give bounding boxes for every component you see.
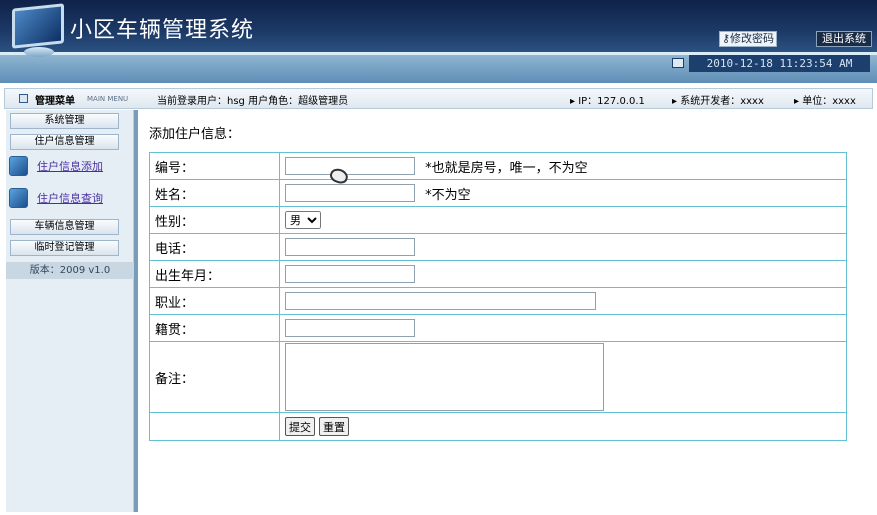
form-row-name: 姓名： *不为空 <box>149 179 847 207</box>
version-label: 版本：2009 v1.0 <box>6 262 134 279</box>
form-title: 添加住户信息： <box>149 127 241 142</box>
monitor-logo-icon <box>12 3 64 49</box>
birth-cell <box>279 260 847 288</box>
birth-input[interactable] <box>285 265 415 283</box>
buttons-label-cell <box>149 412 280 441</box>
clock-monitor-icon <box>672 58 684 68</box>
form-row-remark: 备注： <box>149 341 847 413</box>
phone-input[interactable] <box>285 238 415 256</box>
gear-icon <box>9 188 28 208</box>
menu-subtitle: MAIN MENU <box>87 95 129 103</box>
developer-info: ▸ 系统开发者：xxxx <box>672 96 764 107</box>
number-label: 编号： <box>149 152 280 180</box>
sidebar-menu: 系统管理 住户信息管理 住户信息添加 住户信息查询 车辆信息管理 临时登记管理 … <box>6 110 138 512</box>
phone-label: 电话： <box>149 233 280 261</box>
sidebar-item-temp-register[interactable]: 临时登记管理 <box>10 240 119 256</box>
change-password-button[interactable]: ⚷修改密码 <box>719 31 777 47</box>
current-user-info: 当前登录用户：hsg 用户角色：超级管理员 <box>157 96 349 107</box>
sidebar-item-resident[interactable]: 住户信息管理 <box>10 134 119 150</box>
key-icon: ⚷ <box>721 32 731 45</box>
form-row-buttons: 提交 重置 <box>149 412 847 441</box>
birth-label: 出生年月： <box>149 260 280 288</box>
name-input[interactable] <box>285 184 415 202</box>
app-title: 小区车辆管理系统 <box>70 18 255 43</box>
form-row-birth: 出生年月： <box>149 260 847 288</box>
sidebar-item-system[interactable]: 系统管理 <box>10 113 119 129</box>
origin-label: 籍贯： <box>149 314 280 342</box>
form-row-phone: 电话： <box>149 233 847 261</box>
name-cell: *不为空 <box>279 179 847 207</box>
remark-cell <box>279 341 847 413</box>
name-label: 姓名： <box>149 179 280 207</box>
number-input[interactable] <box>285 157 415 175</box>
job-cell <box>279 287 847 315</box>
form-row-job: 职业： <box>149 287 847 315</box>
gender-label: 性别： <box>149 206 280 234</box>
unit-info: ▸ 单位：xxxx <box>794 96 856 107</box>
number-cell: *也就是房号，唯一，不为空 <box>279 152 847 180</box>
menu-icon <box>19 94 28 103</box>
monitor-stand-icon <box>24 47 54 57</box>
menu-title: 管理菜单 <box>35 96 75 107</box>
buttons-cell: 提交 重置 <box>279 412 847 441</box>
name-hint: *不为空 <box>425 187 471 203</box>
form-row-number: 编号： *也就是房号，唯一，不为空 <box>149 152 847 180</box>
ip-info: ▸ IP：127.0.0.1 <box>570 96 645 107</box>
gender-select[interactable]: 男 <box>285 211 321 229</box>
reset-button[interactable]: 重置 <box>319 417 349 436</box>
sidebar-link-add-resident[interactable]: 住户信息添加 <box>9 155 129 177</box>
resident-form: 编号： *也就是房号，唯一，不为空 姓名： *不为空 性别： 男 电话： 出生年… <box>149 152 847 441</box>
remark-label: 备注： <box>149 341 280 413</box>
phone-cell <box>279 233 847 261</box>
sidebar-link-query-resident[interactable]: 住户信息查询 <box>9 187 129 209</box>
form-row-gender: 性别： 男 <box>149 206 847 234</box>
job-label: 职业： <box>149 287 280 315</box>
submit-button[interactable]: 提交 <box>285 417 315 436</box>
datetime-display: 2010-12-18 11:23:54 AM <box>689 55 870 72</box>
sidebar-item-vehicle[interactable]: 车辆信息管理 <box>10 219 119 235</box>
add-resident-label: 住户信息添加 <box>37 160 103 173</box>
main-content: 添加住户信息： 编号： *也就是房号，唯一，不为空 姓名： *不为空 性别： 男 <box>138 110 871 512</box>
change-password-label: 修改密码 <box>730 32 775 45</box>
number-hint: *也就是房号，唯一，不为空 <box>425 160 588 176</box>
form-row-origin: 籍贯： <box>149 314 847 342</box>
info-bar: 管理菜单 MAIN MENU 当前登录用户：hsg 用户角色：超级管理员 ▸ I… <box>4 88 873 109</box>
origin-input[interactable] <box>285 319 415 337</box>
remark-textarea[interactable] <box>285 343 604 411</box>
document-icon <box>9 156 28 176</box>
app-header: 小区车辆管理系统 ⚷修改密码 退出系统 2010-12-18 11:23:54 … <box>0 0 877 83</box>
logout-button[interactable]: 退出系统 <box>816 31 872 47</box>
gender-cell: 男 <box>279 206 847 234</box>
job-input[interactable] <box>285 292 596 310</box>
origin-cell <box>279 314 847 342</box>
query-resident-label: 住户信息查询 <box>37 192 103 205</box>
